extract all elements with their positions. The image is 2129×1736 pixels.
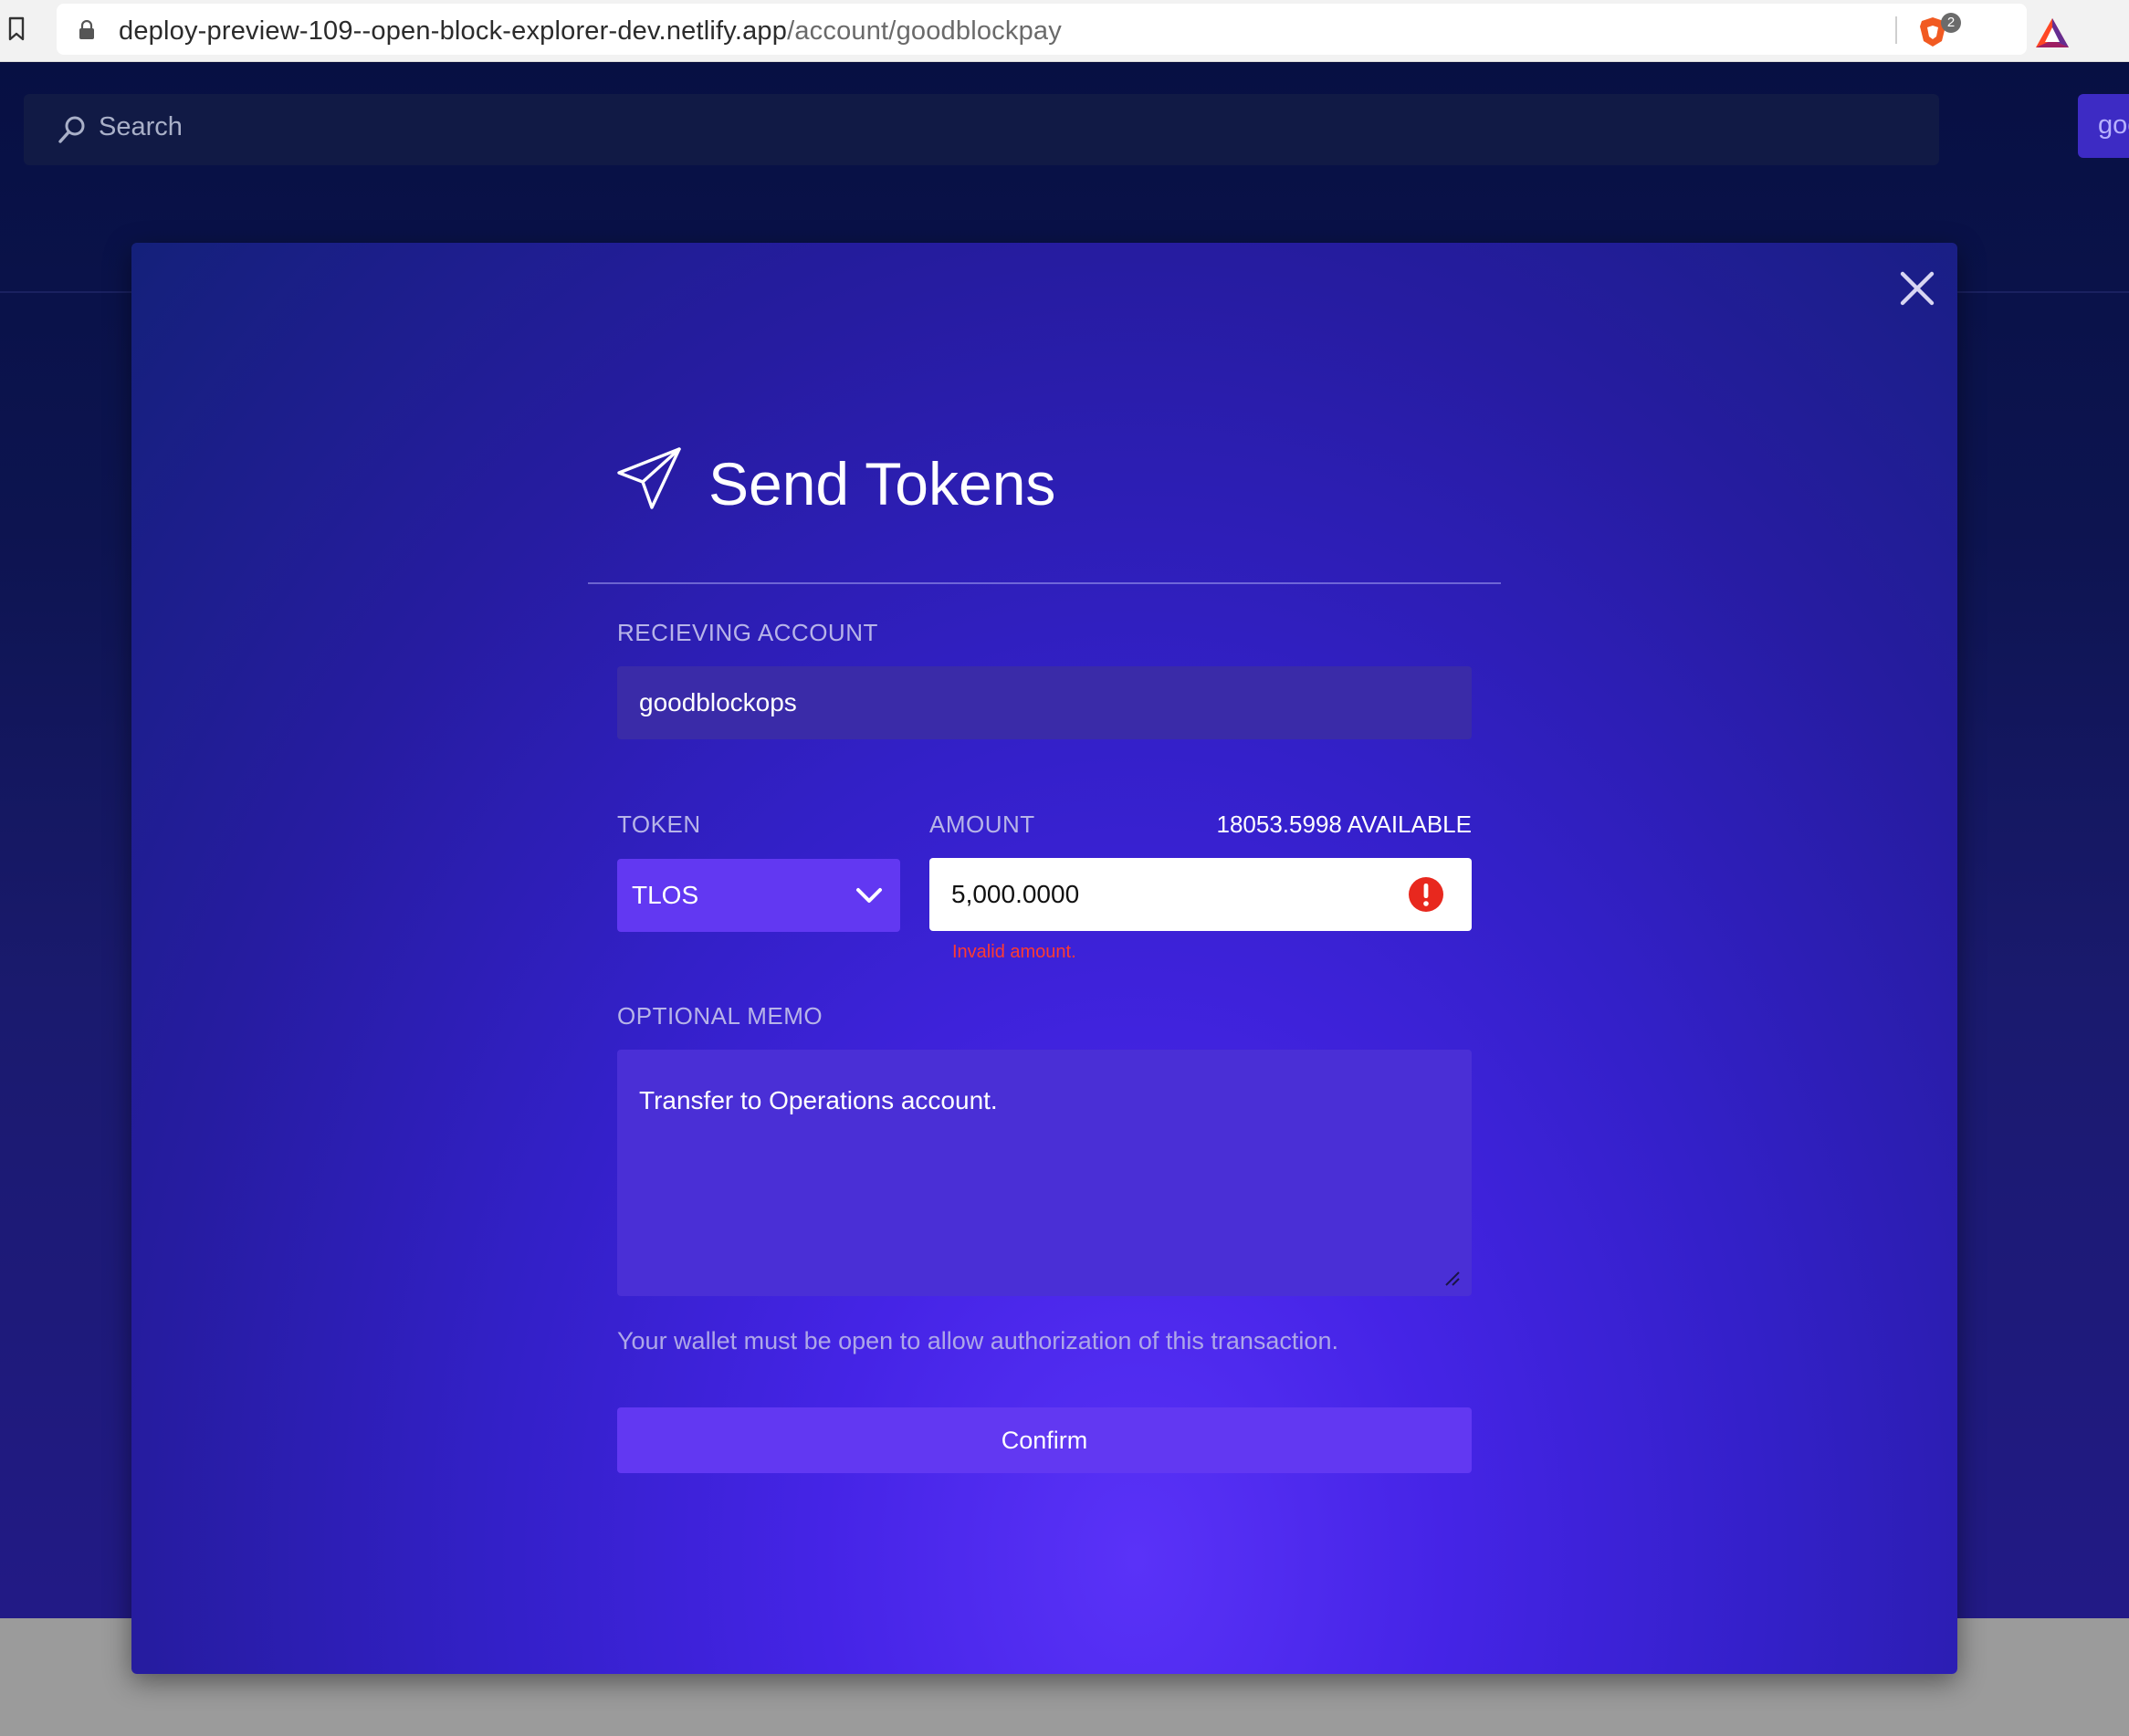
amount-input[interactable]: 5,000.0000 — [929, 858, 1472, 931]
receiving-account-input[interactable]: goodblockops — [617, 666, 1472, 739]
search-bar[interactable]: Search — [24, 94, 1939, 165]
memo-value: Transfer to Operations account. — [639, 1086, 998, 1114]
paper-plane-icon — [617, 447, 681, 509]
amount-value: 5,000.0000 — [951, 880, 1080, 908]
title-divider — [588, 582, 1501, 584]
available-balance: 18053.5998 AVAILABLE — [1216, 810, 1473, 838]
bookmark-icon[interactable] — [7, 16, 26, 42]
search-placeholder: Search — [99, 112, 183, 141]
confirm-button[interactable]: Confirm — [617, 1407, 1472, 1473]
browser-toolbar: deploy-preview-109--open-block-explorer-… — [0, 0, 2129, 62]
confirm-label: Confirm — [1001, 1427, 1088, 1454]
url-text: deploy-preview-109--open-block-explorer-… — [119, 16, 1062, 47]
memo-label: OPTIONAL MEMO — [617, 1002, 823, 1030]
receiving-account-label: RECIEVING ACCOUNT — [617, 619, 878, 646]
chevron-down-icon — [856, 888, 882, 903]
resize-handle-icon[interactable] — [1442, 1269, 1461, 1287]
account-button[interactable]: goodblockpay — [2078, 94, 2129, 158]
bat-icon[interactable] — [2034, 16, 2071, 49]
token-value: TLOS — [632, 881, 699, 909]
receiving-account-value: goodblockops — [639, 688, 797, 716]
address-bar[interactable]: deploy-preview-109--open-block-explorer-… — [57, 4, 2069, 55]
address-bar-divider — [1895, 16, 1897, 44]
wallet-notice: Your wallet must be open to allow author… — [617, 1327, 1338, 1354]
amount-error-message: Invalid amount. — [952, 942, 1076, 962]
search-icon — [58, 116, 85, 143]
lock-icon — [79, 20, 94, 39]
amount-label: AMOUNT — [929, 810, 1035, 838]
memo-textarea[interactable]: Transfer to Operations account. — [617, 1050, 1472, 1296]
token-label: TOKEN — [617, 810, 701, 838]
token-select[interactable]: TLOS — [617, 859, 900, 932]
url-host: deploy-preview-109--open-block-explorer-… — [119, 16, 788, 46]
close-icon[interactable] — [1895, 267, 1939, 310]
error-icon — [1409, 877, 1443, 912]
send-tokens-dialog: Send Tokens RECIEVING ACCOUNT goodblocko… — [131, 243, 1957, 1674]
extension-badge: 2 — [1941, 13, 1961, 33]
url-path: /account/goodblockpay — [787, 16, 1062, 46]
account-button-label: goodblockpay — [2098, 110, 2129, 140]
dialog-title: Send Tokens — [708, 450, 1056, 518]
